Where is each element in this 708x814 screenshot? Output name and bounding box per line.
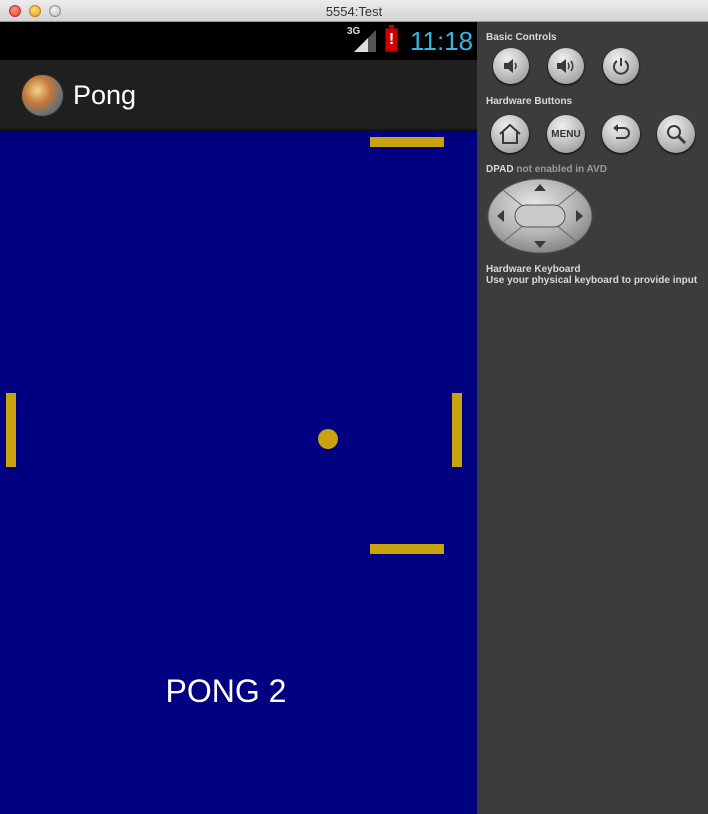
search-button[interactable]	[657, 115, 695, 153]
battery-warning-mark: !	[388, 31, 395, 48]
emulator-screen[interactable]: 3G ! 11:18 Pong PONG 2	[0, 22, 477, 814]
volume-up-icon	[557, 59, 574, 73]
app-icon[interactable]	[21, 74, 64, 117]
game-title-label: PONG 2	[165, 673, 287, 709]
action-bar: Pong	[0, 60, 477, 131]
back-button[interactable]	[602, 115, 640, 153]
volume-up-button[interactable]	[548, 48, 584, 84]
top-paddle[interactable]	[370, 137, 444, 147]
dpad-label: DPAD	[486, 164, 514, 175]
battery-icon: !	[385, 25, 398, 52]
volume-down-icon	[504, 59, 517, 73]
menu-button-label: MENU	[551, 128, 581, 140]
signal-icon	[354, 30, 376, 52]
home-icon	[499, 123, 521, 144]
hardware-keyboard-note: Use your physical keyboard to provide in…	[486, 275, 698, 286]
left-paddle[interactable]	[6, 393, 16, 467]
bottom-paddle[interactable]	[370, 544, 444, 554]
dpad-title: DPAD not enabled in AVD	[486, 164, 607, 175]
back-icon	[613, 124, 630, 139]
dpad-control[interactable]	[487, 178, 593, 254]
menu-button[interactable]: MENU	[547, 115, 585, 153]
pong-ball	[318, 429, 338, 449]
hardware-keyboard-title: Hardware Keyboard	[486, 264, 581, 275]
home-button[interactable]	[491, 115, 529, 153]
status-bar: 3G ! 11:18	[0, 22, 477, 60]
app-title: Pong	[73, 80, 137, 110]
pong-court[interactable]: PONG 2	[0, 131, 477, 814]
emulator-control-panel: Basic Controls Hardware Buttons MENU DPA…	[477, 22, 708, 814]
basic-controls-title: Basic Controls	[486, 32, 557, 43]
search-icon	[667, 125, 687, 145]
dpad-note: not enabled in AVD	[516, 164, 607, 175]
hardware-buttons-title: Hardware Buttons	[486, 96, 573, 107]
right-paddle[interactable]	[452, 393, 462, 467]
power-icon	[613, 58, 629, 75]
volume-down-button[interactable]	[493, 48, 529, 84]
status-clock: 11:18	[410, 26, 474, 56]
window-titlebar: 5554:Test	[0, 0, 708, 22]
power-button[interactable]	[603, 48, 639, 84]
window-title: 5554:Test	[325, 4, 383, 19]
